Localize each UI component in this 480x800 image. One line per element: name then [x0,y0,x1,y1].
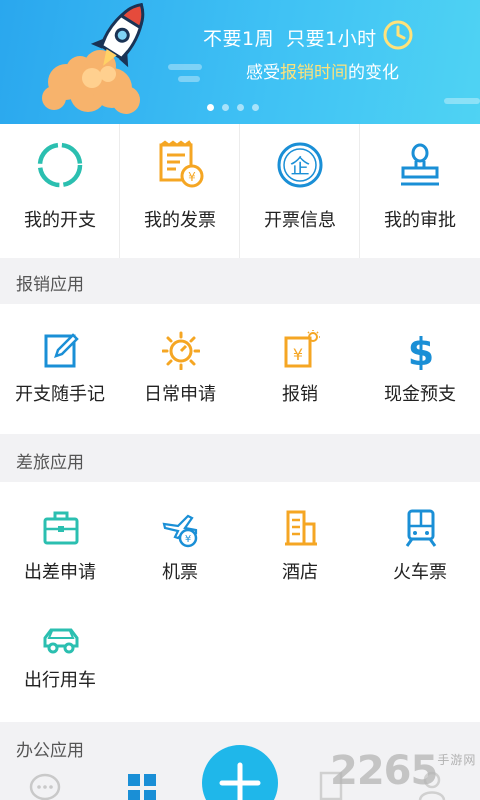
app-label: 现金预支 [384,384,456,405]
svg-text:企: 企 [290,154,310,178]
quick-access-grid: 我的开支 ¥ 我的发票 企 开票信息 我的审批 [0,124,480,258]
plane-yen-icon: ¥ [162,514,198,548]
app-daily-request[interactable]: 日常申请 [120,304,240,434]
svg-text:$: $ [408,330,434,370]
page-dot [222,104,229,111]
banner-decor [444,98,480,104]
yen-receipt-icon: ¥ [284,330,320,368]
ring-icon [37,142,83,188]
briefcase-icon [43,511,79,545]
svg-text:¥: ¥ [293,345,303,364]
clock-icon [383,20,413,50]
stamp-icon [401,143,439,186]
banner-page-indicator [207,104,259,111]
promo-banner[interactable]: 不要1周 只要1小时 感受报销时间的变化 [0,0,480,124]
page-dot [237,104,244,111]
app-label: 出行用车 [24,670,96,691]
app-business-trip[interactable]: 出差申请 [0,482,120,598]
page-dot-active [207,104,214,111]
hotel-building-icon [285,510,317,546]
app-label: 火车票 [393,562,447,583]
quick-item-my-invoices[interactable]: ¥ 我的发票 [120,124,240,258]
app-label: 出差申请 [24,562,96,583]
svg-text:¥: ¥ [185,534,191,545]
watermark-number: 2265 [330,748,438,794]
quick-item-label: 我的开支 [24,210,96,231]
company-seal-icon: 企 [277,142,323,188]
site-watermark: 2265手游网 [330,748,476,794]
section-title: 办公应用 [16,741,84,761]
app-label: 开支随手记 [15,384,105,405]
section-title: 报销应用 [16,275,84,295]
app-cash-advance[interactable]: $ 现金预支 [360,304,480,434]
sun-clock-icon [162,331,200,370]
invoice-icon: ¥ [159,140,204,188]
section-title: 差旅应用 [16,453,84,473]
app-reimburse[interactable]: ¥ 报销 [240,304,360,434]
banner-subline-pre: 感受 [246,63,280,83]
app-train[interactable]: 火车票 [360,482,480,598]
banner-decor [178,76,200,82]
app-expense-note[interactable]: 开支随手记 [0,304,120,434]
app-label: 报销 [282,384,318,405]
app-label: 酒店 [282,562,318,583]
train-icon [405,509,437,547]
rocket-illustration [42,2,145,114]
section-header-reimbursement: 报销应用 [0,258,480,304]
banner-headline: 不要1周 只要1小时 [203,24,389,51]
quick-item-my-approvals[interactable]: 我的审批 [360,124,480,258]
plus-icon [219,762,261,800]
quick-item-label: 我的审批 [384,210,456,231]
app-hotel[interactable]: 酒店 [240,482,360,598]
quick-item-label: 我的发票 [144,210,216,231]
watermark-suffix: 手游网 [437,753,477,767]
banner-text-hour: 只要1小时 [286,28,377,50]
quick-item-billing-info[interactable]: 企 开票信息 [240,124,360,258]
edit-note-icon [44,333,79,368]
banner-subline: 感受报销时间的变化 [246,58,399,83]
app-label: 机票 [162,562,198,583]
app-car-service[interactable]: 出行用车 [0,598,120,718]
app-flight[interactable]: ¥ 机票 [120,482,240,598]
svg-text:¥: ¥ [188,170,196,184]
banner-subline-post: 的变化 [348,63,399,83]
chat-bubble-icon[interactable] [28,772,62,800]
section-header-travel: 差旅应用 [0,434,480,482]
add-button[interactable] [202,745,278,800]
page-dot [252,104,259,111]
banner-text-week: 不要1周 [203,28,275,50]
dollar-icon: $ [408,330,434,370]
reimbursement-apps: 开支随手记 日常申请 ¥ 报销 $ 现金预支 [0,304,480,434]
grid-icon[interactable] [126,772,158,800]
travel-apps: 出差申请 ¥ 机票 酒店 火车票 出行用车 [0,482,480,722]
banner-subline-highlight: 报销时间 [280,63,348,83]
quick-item-label: 开票信息 [264,210,336,231]
app-label: 日常申请 [144,384,216,405]
quick-item-my-expenses[interactable]: 我的开支 [0,124,120,258]
car-icon [43,628,79,654]
